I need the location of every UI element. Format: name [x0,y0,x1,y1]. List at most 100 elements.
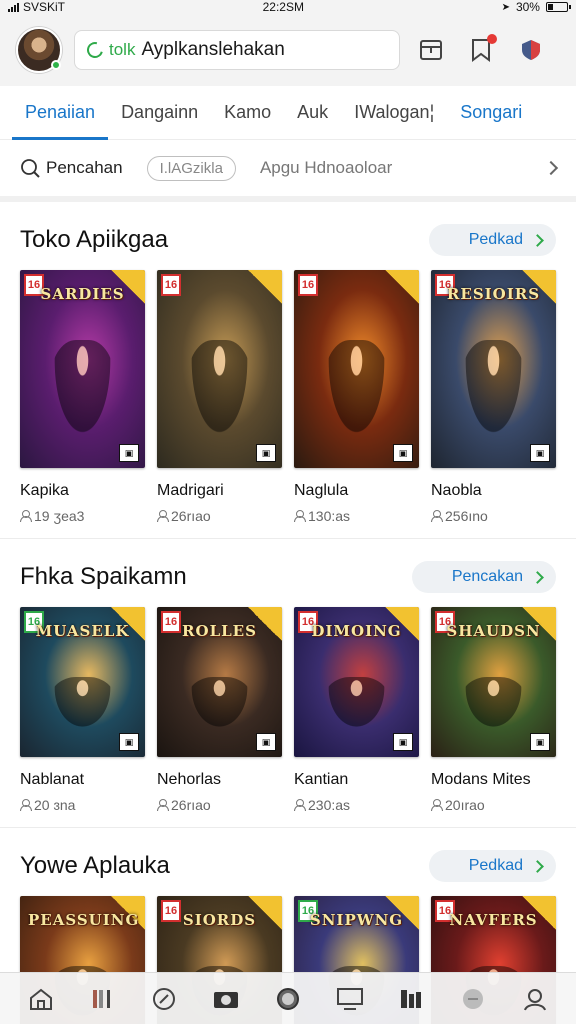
camera-icon[interactable] [211,984,241,1014]
app-meta: 20 ɜna [20,797,145,813]
person-icon [294,510,306,522]
monitor-icon[interactable] [335,984,365,1014]
tab-2[interactable]: Kamo [211,86,284,139]
section-title: Toko Apiikgaa [20,226,169,253]
app-cover-image[interactable]: 16 DIMOING ▣ [294,607,419,757]
compass-icon[interactable] [149,984,179,1014]
tab-icon[interactable] [418,37,444,63]
see-all-button[interactable]: Pedkad [428,224,556,256]
app-meta-text: 26rıao [171,797,211,813]
tab-0[interactable]: Penaiian [12,86,109,140]
app-section: Fhka Spaikamn Pencakan 16 MUASELK ▣ Nablanat 2… [0,539,576,828]
app-cover-image[interactable]: 16 MUASELK ▣ [20,607,145,757]
app-meta-text: 19 ʒea3 [34,508,85,524]
app-name: Naobla [431,482,482,499]
game-logo: SNIPWNG [309,911,404,929]
hero-figure [324,340,389,444]
app-cover-image[interactable]: 16 ▣ [157,270,282,468]
sections-container: Toko Apiikgaa Pedkad 16 SARDIES ▣ Kapika 19 ʒe… [0,202,576,1024]
location-icon: ➤ [501,1,510,13]
hero-figure [50,340,115,444]
library-icon[interactable] [88,984,118,1014]
hero-figure [187,677,252,733]
battery-icon [545,2,571,12]
app-cover-image[interactable]: 16 ROLLES ▣ [157,607,282,757]
home-icon[interactable] [26,984,56,1014]
app-meta: 19 ʒea3 [20,508,145,524]
tab-1[interactable]: Dangainn [108,86,211,139]
esrb-icon: ▣ [393,444,413,462]
app-cover-image[interactable]: 16 ▣ [294,270,419,468]
hero-figure [324,677,389,733]
app-name: Nehorlas [157,771,222,788]
chevron-right-icon [531,859,544,873]
esrb-icon: ▣ [393,733,413,751]
clock: 22:2SM [262,0,304,14]
filter-chip-apps[interactable]: Apgu Hdnoaoloar [260,158,392,178]
app-card[interactable]: 16 DIMOING ▣ Kantian 230:as [294,607,419,813]
filter-chip-outlined[interactable]: I.lAGzikla [146,155,236,181]
bookmark-icon[interactable] [468,34,497,63]
hero-figure [461,677,526,733]
chat-icon[interactable] [458,984,488,1014]
app-card[interactable]: 16 MUASELK ▣ Nablanat 20 ɜna [20,607,145,813]
age-rating-badge: 16 [298,274,318,296]
shield-icon[interactable] [518,37,544,63]
age-rating-badge: 16 [161,274,181,296]
search-tag: tolk [109,40,136,59]
app-meta: 230:as [294,797,419,813]
hero-figure [50,677,115,733]
chevron-right-icon [531,570,544,584]
app-cover-image[interactable]: 16 SHAUDSN ▣ [431,607,556,757]
person-icon [20,799,32,811]
section-title: Fhka Spaikamn [20,563,187,590]
person-icon [294,799,306,811]
profile-icon[interactable] [520,984,550,1014]
app-card[interactable]: 16 ▣ Madrigari 26rıao [157,270,282,524]
person-icon [431,510,443,522]
corner-ribbon [248,270,282,304]
signal-icon [8,2,19,12]
esrb-icon: ▣ [119,733,139,751]
globe-icon[interactable] [273,984,303,1014]
app-card[interactable]: 16 RESIOIRS ▣ Naobla 256ıno [431,270,556,524]
app-meta: 130:as [294,508,419,524]
esrb-icon: ▣ [530,733,550,751]
search-input[interactable] [141,39,362,61]
app-meta: 26rıao [157,797,282,813]
chevron-right-icon[interactable] [543,160,559,176]
app-meta-text: 20ırao [445,797,485,813]
app-meta-text: 256ıno [445,508,488,524]
see-all-button[interactable]: Pedkad [428,850,556,882]
app-card[interactable]: 16 ▣ Naglula 130:as [294,270,419,524]
tab-4[interactable]: IWalogan¦ [341,86,447,139]
app-cover-image[interactable]: 16 RESIOIRS ▣ [431,270,556,468]
category-tabs: Penaiian Dangainn Kamo Auk IWalogan¦ Songari [0,86,576,140]
filter-chip-search[interactable]: Pencahan [20,158,123,178]
online-indicator [51,60,61,70]
bottom-nav [0,972,576,1024]
see-all-button[interactable]: Pencakan [411,561,556,593]
section-header: Fhka Spaikamn Pencakan [20,559,556,595]
status-left: SVSKiT [8,0,65,14]
see-all-label: Pedkad [468,857,523,874]
tab-3[interactable]: Auk [284,86,341,139]
app-cover-image[interactable]: 16 SARDIES ▣ [20,270,145,468]
avatar[interactable] [16,27,62,73]
game-logo: SIORDS [182,911,257,929]
books-icon[interactable] [396,984,426,1014]
person-icon [20,510,32,522]
search-bar[interactable]: tolk [74,30,400,70]
person-icon [157,510,169,522]
app-card[interactable]: 16 SHAUDSN ▣ Modans Mites 20ırao [431,607,556,813]
app-name: Naglula [294,482,349,499]
app-card[interactable]: 16 SARDIES ▣ Kapika 19 ʒea3 [20,270,145,524]
chevron-right-icon [531,233,544,247]
app-meta-text: 20 ɜna [34,797,76,813]
status-bar: SVSKiT 22:2SM ➤ 30% [0,0,576,14]
game-logo: MUASELK [35,622,130,640]
app-meta-text: 26rıao [171,508,211,524]
person-icon [431,799,443,811]
app-card[interactable]: 16 ROLLES ▣ Nehorlas 26rıao [157,607,282,813]
tab-5[interactable]: Songari [447,86,535,139]
